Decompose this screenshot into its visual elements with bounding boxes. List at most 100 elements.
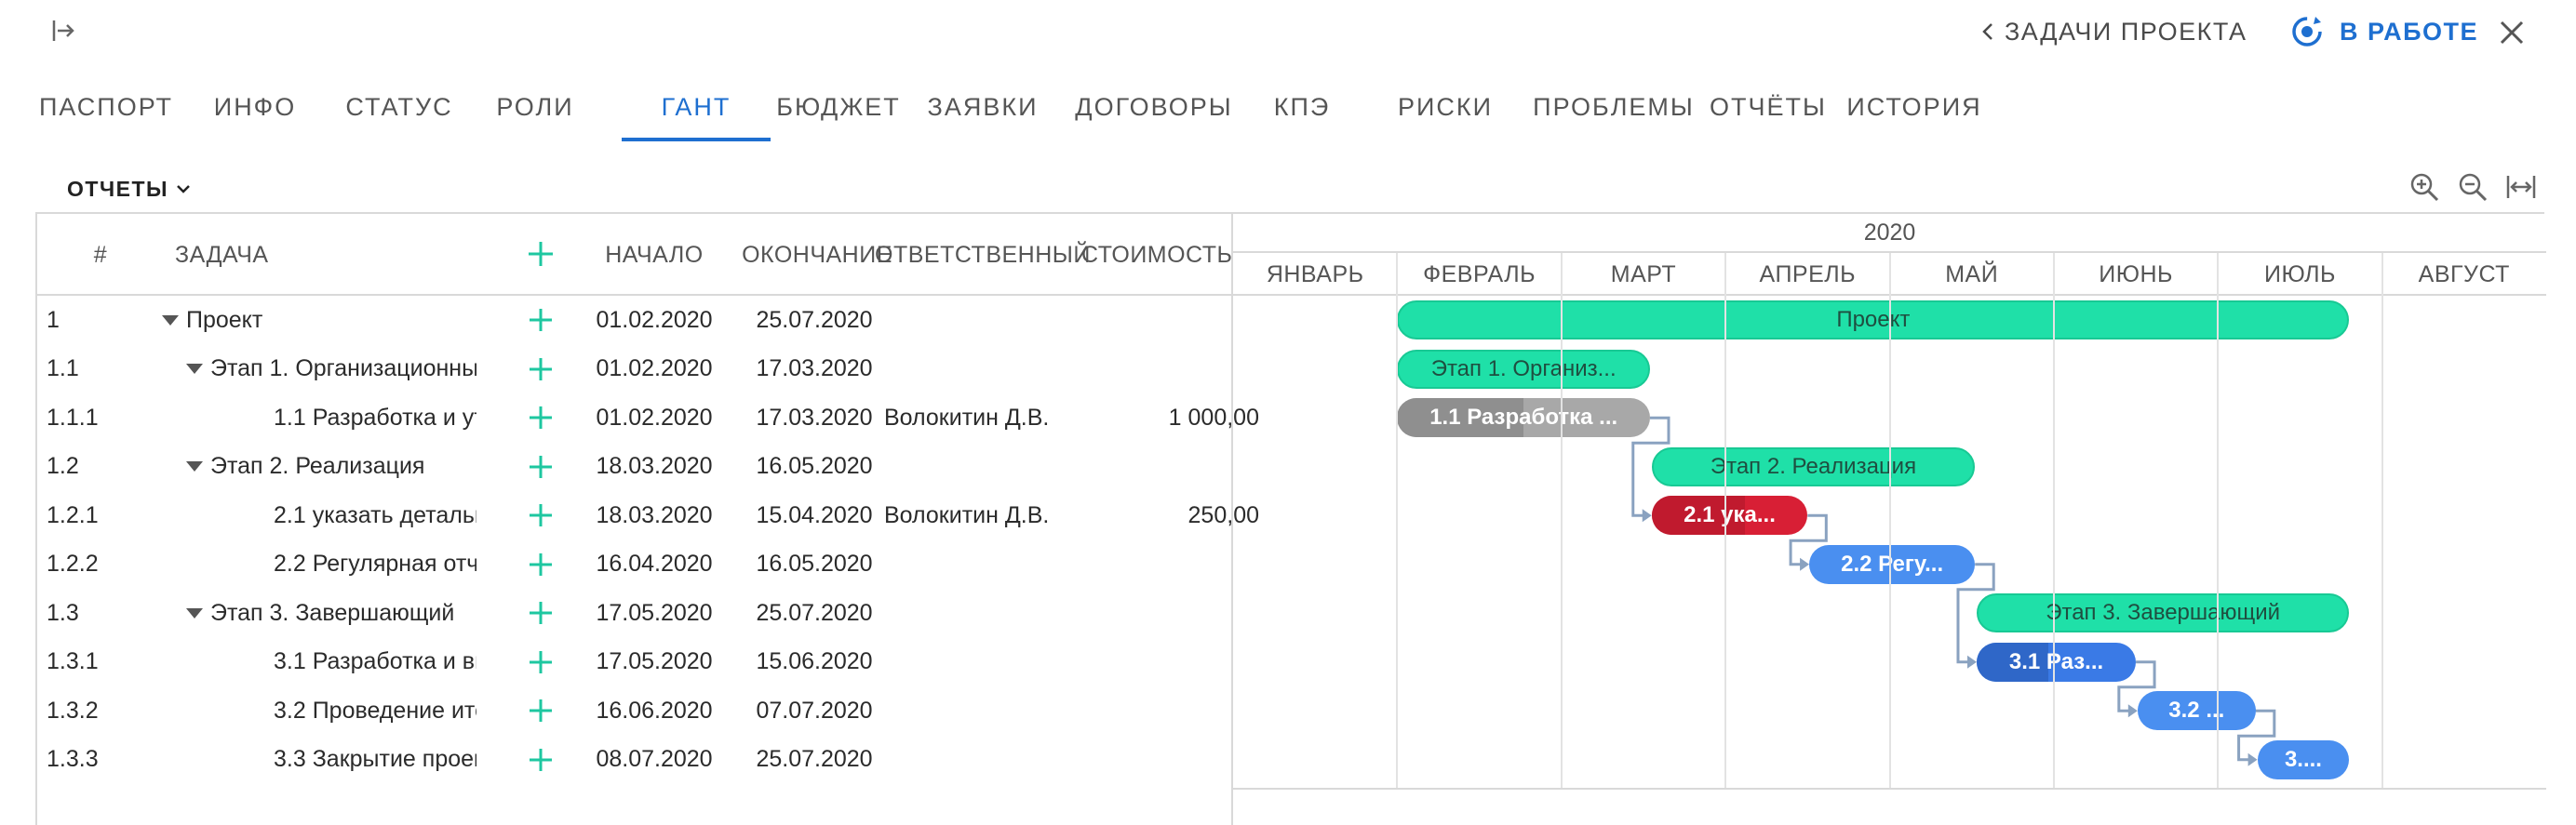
start-date: 01.02.2020 [596, 306, 713, 333]
close-icon[interactable] [2498, 19, 2526, 47]
add-subtask-button[interactable] [527, 443, 555, 491]
add-subtask-button[interactable] [527, 686, 555, 735]
row-number: 1.1.1 [47, 404, 99, 431]
owner-name [884, 736, 1089, 784]
column-header-cost: СТОИМОСТЬ [1081, 241, 1233, 268]
owner-name: Волокитин Д.В. [884, 404, 1050, 431]
table-row[interactable]: 1.3.3 3.3 Закрытие проекта 08.07.2020 25.07… [35, 736, 1231, 784]
owner-name: Волокитин Д.В. [884, 501, 1050, 528]
gantt-bar[interactable]: Этап 2. Реализация [1651, 446, 1976, 486]
gantt-bar[interactable]: 2.1 ука... [1651, 496, 1808, 536]
task-name: 2.2 Регулярная отчетность [274, 551, 476, 577]
table-row[interactable]: 1.3.1 3.1 Разработка и выпуск 17.05.2020 15… [35, 638, 1231, 686]
zoom-in-icon[interactable] [2408, 171, 2440, 203]
add-subtask-button[interactable] [527, 491, 555, 539]
row-number: 1.1 [47, 355, 79, 381]
tab-10[interactable]: РИСКИ [1394, 73, 1496, 141]
tab-2[interactable]: ИНФО [208, 73, 302, 141]
month-gridline [1724, 253, 1727, 788]
dependency-arrow [1642, 509, 1652, 523]
start-date: 18.03.2020 [596, 501, 713, 528]
tab-9[interactable]: КПЭ [1260, 73, 1344, 141]
table-row[interactable]: 1.3.2 3.2 Проведение итогового 16.06.2020 0… [35, 686, 1231, 735]
reports-dropdown[interactable]: ОТЧЕТЫ [67, 173, 191, 205]
tab-5[interactable]: ГАНТ [622, 73, 771, 141]
active-tab-underline [622, 138, 771, 141]
status-button[interactable]: В РАБОТЕ [2289, 11, 2478, 52]
plus-icon [530, 748, 552, 771]
tab-6[interactable]: БЮДЖЕТ [776, 73, 899, 141]
table-row[interactable]: 1.2 Этап 2. Реализация 18.03.2020 16.05.202… [35, 443, 1231, 491]
timeline-month: ИЮНЬ [2099, 260, 2173, 287]
plus-icon [530, 552, 552, 576]
table-row[interactable]: 1 Проект 01.02.2020 25.07.2020 [35, 296, 1231, 344]
collapse-caret-icon[interactable] [186, 364, 203, 374]
gantt-bar[interactable]: 3.2 ... [2137, 691, 2256, 731]
tab-11[interactable]: ПРОБЛЕМЫ [1530, 73, 1697, 141]
table-row[interactable]: 1.3 Этап 3. Завершающий 17.05.2020 25.07.20… [35, 589, 1231, 637]
add-subtask-button[interactable] [527, 638, 555, 686]
tab-3[interactable]: СТАТУС [339, 73, 460, 141]
task-name-cell[interactable]: Этап 3. Завершающий [186, 589, 476, 637]
add-subtask-button[interactable] [527, 393, 555, 442]
task-name-cell[interactable]: 2.1 указать детальные [274, 491, 476, 539]
zoom-out-icon[interactable] [2457, 171, 2489, 203]
task-name-cell[interactable]: Проект [162, 296, 476, 344]
owner-name [884, 638, 1089, 686]
gantt-bar[interactable]: Проект [1397, 300, 2350, 340]
owner-name [884, 345, 1089, 393]
add-task-icon[interactable] [527, 240, 555, 268]
month-gridline [1560, 253, 1563, 788]
task-name-cell[interactable]: Этап 2. Реализация [186, 443, 476, 491]
start-date: 17.05.2020 [596, 648, 713, 674]
table-row[interactable]: 1.2.1 2.1 указать детальные 18.03.2020 15.0… [35, 491, 1259, 539]
add-subtask-button[interactable] [527, 589, 555, 637]
task-table-header: # ЗАДАЧА НАЧАЛО ОКОНЧАНИЕ ОТВЕТСТВЕННЫЙ … [35, 214, 1232, 296]
task-name-cell[interactable]: 3.1 Разработка и выпуск [274, 638, 476, 686]
tab-7[interactable]: ЗАЯВКИ [928, 73, 1037, 141]
table-row[interactable]: 1.2.2 2.2 Регулярная отчетность 16.04.2020… [35, 540, 1231, 589]
gantt-bottom-line [1233, 788, 2546, 790]
task-name-cell[interactable]: 1.1 Разработка и утверждение [274, 393, 476, 442]
gantt-bar[interactable]: Этап 3. Завершающий [1976, 593, 2350, 633]
chevron-left-icon [1982, 23, 1992, 40]
add-subtask-button[interactable] [527, 296, 555, 344]
fit-width-icon[interactable] [2505, 171, 2537, 203]
add-subtask-button[interactable] [527, 345, 555, 393]
gantt-bar[interactable]: 3.1 Раз... [1976, 642, 2137, 682]
task-table-body: 1 Проект 01.02.2020 25.07.2020 1.1 Этап 1. Ор… [35, 296, 1259, 825]
table-row[interactable]: 1.1 Этап 1. Организационный 01.02.2020 17.0… [35, 345, 1231, 393]
task-name-cell[interactable]: 2.2 Регулярная отчетность [274, 540, 476, 589]
start-date: 18.03.2020 [596, 453, 713, 479]
tab-1[interactable]: ПАСПОРТ [37, 73, 175, 141]
gantt-bar-label: 3.... [2284, 746, 2322, 772]
tab-4[interactable]: РОЛИ [484, 73, 586, 141]
tab-13[interactable]: ИСТОРИЯ [1846, 73, 1982, 141]
gantt-bar-label: Этап 2. Реализация [1710, 453, 1917, 479]
collapse-caret-icon[interactable] [162, 314, 179, 326]
gantt-bar-label: 1.1 Разработка ... [1429, 405, 1618, 431]
task-name-cell[interactable]: 3.2 Проведение итогового [274, 686, 476, 735]
gantt-bar-label: Проект [1836, 307, 1911, 333]
task-name-cell[interactable]: Этап 1. Организационный [186, 345, 476, 393]
plus-icon [530, 699, 552, 722]
gantt-bar[interactable]: Этап 1. Организ... [1397, 349, 1650, 389]
collapse-caret-icon[interactable] [186, 461, 203, 472]
tab-12[interactable]: ОТЧЁТЫ [1709, 73, 1828, 141]
task-name: Этап 1. Организационный [210, 355, 476, 381]
gantt-bar[interactable]: 3.... [2257, 739, 2350, 779]
gantt-bar[interactable]: 1.1 Разработка ... [1397, 398, 1650, 438]
back-to-project-tasks-link[interactable]: ЗАДАЧИ ПРОЕКТА [1980, 13, 2247, 50]
collapse-caret-icon[interactable] [186, 607, 203, 619]
month-gridline [1396, 253, 1399, 788]
expand-panel-icon[interactable] [50, 17, 78, 45]
end-date: 15.04.2020 [756, 501, 873, 528]
task-name: Этап 3. Завершающий [210, 599, 455, 626]
table-row[interactable]: 1.1.1 1.1 Разработка и утверждение 01.02.2… [35, 393, 1259, 442]
add-subtask-button[interactable] [527, 540, 555, 589]
task-name-cell[interactable]: 3.3 Закрытие проекта [274, 736, 476, 784]
add-subtask-button[interactable] [527, 736, 555, 784]
tab-8[interactable]: ДОГОВОРЫ [1070, 73, 1238, 141]
plus-icon [530, 602, 552, 624]
gantt-bar[interactable]: 2.2 Регу... [1809, 544, 1976, 584]
